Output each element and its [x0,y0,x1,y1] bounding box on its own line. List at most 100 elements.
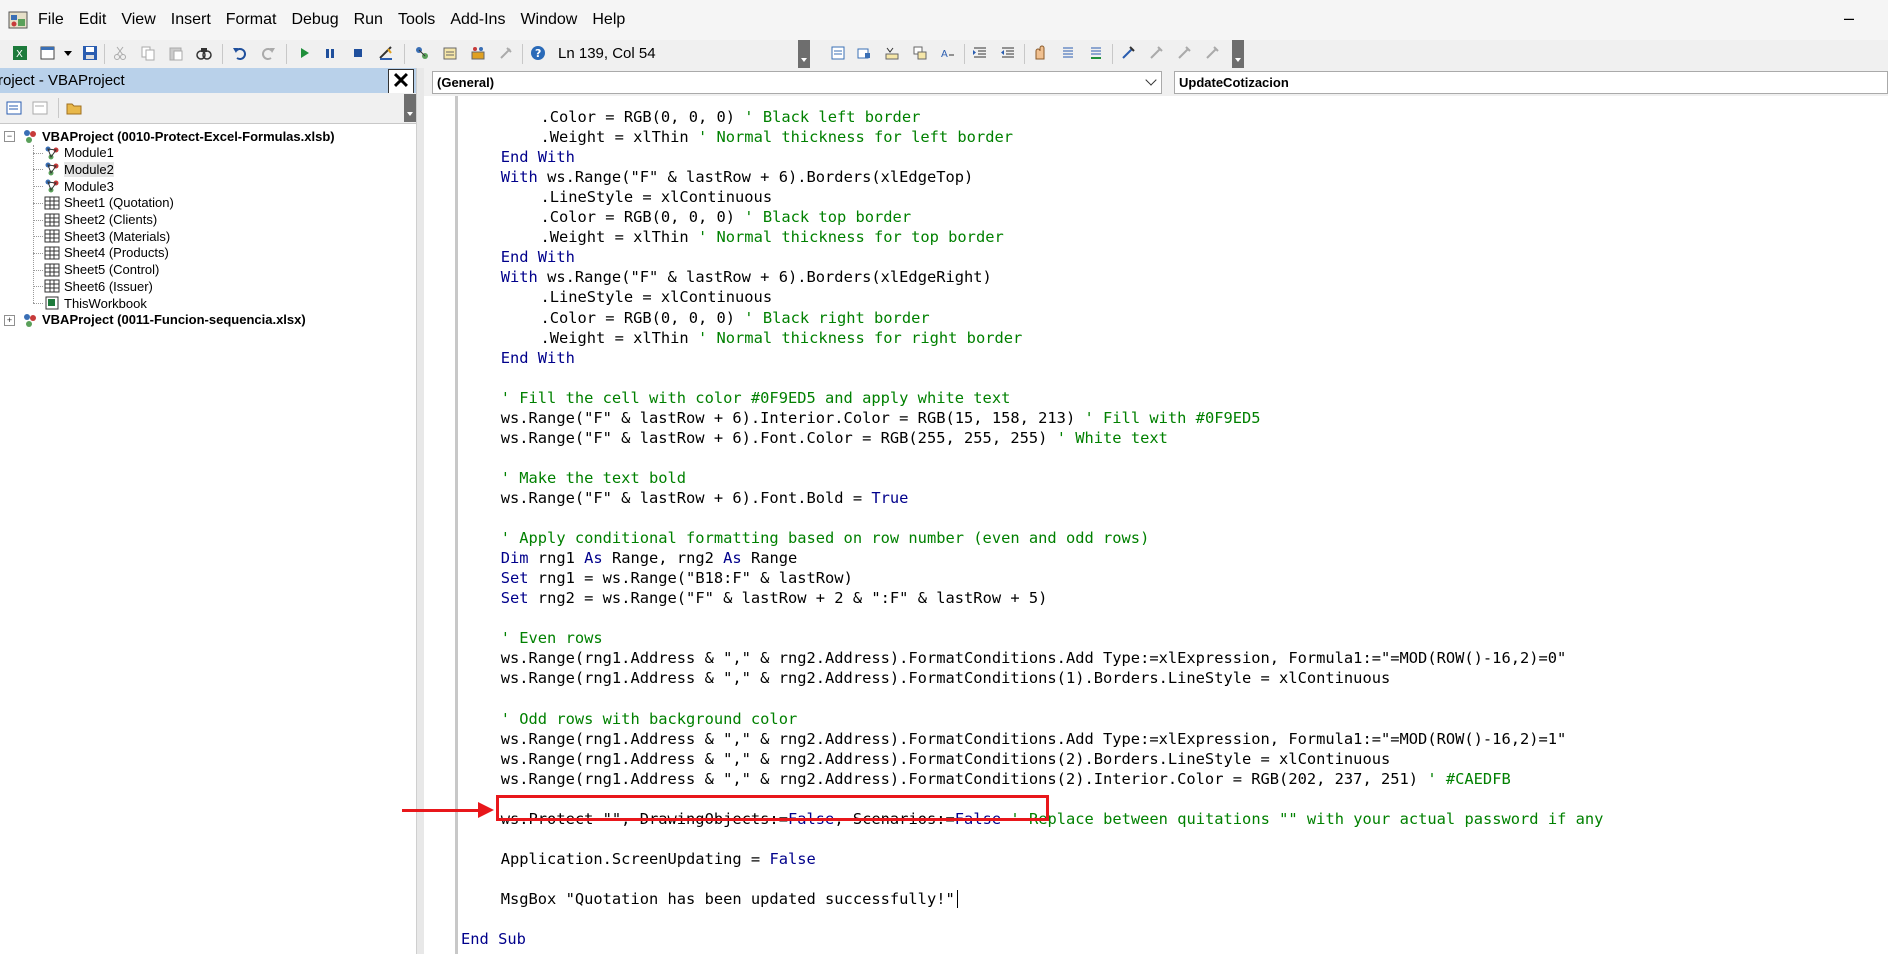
code-line: ws.Range(rng1.Address & "," & rng2.Addre… [501,769,1511,789]
tree-connector [33,169,43,171]
view-object-icon[interactable] [32,100,48,116]
parameter-info-icon[interactable] [912,45,928,61]
menu-item-run[interactable]: Run [354,11,383,29]
code-editor[interactable]: .Color = RGB(0, 0, 0) ' Black left borde… [458,96,1888,954]
procedure-combo-value: UpdateCotizacion [1179,75,1289,90]
toggle-breakpoint-icon[interactable] [1032,45,1048,61]
quick-info-icon[interactable] [884,45,900,61]
code-keyword: False [769,849,816,868]
tree-project-node[interactable]: VBAProject (0011-Funcion-sequencia.xlsx) [22,310,306,330]
code-text: .LineStyle = xlContinuous [540,288,773,307]
collapse-icon[interactable]: − [4,131,15,142]
module-icon [44,145,60,161]
code-text: ws.Range(rng1.Address & "," & rng2.Addre… [500,649,1567,668]
view-excel-icon[interactable]: X [12,45,28,61]
code-text: .LineStyle = xlContinuous [540,188,773,207]
menu-item-file[interactable]: File [38,11,64,29]
menu-item-format[interactable]: Format [226,11,277,29]
project-explorer-icon[interactable] [414,45,430,61]
code-keyword: True [871,488,909,507]
vba-app-icon[interactable] [8,10,28,30]
clear-bookmarks-icon[interactable] [1204,45,1220,61]
comment-block-icon[interactable] [1060,45,1076,61]
find-icon[interactable] [196,45,212,61]
panel-toolbar-grip[interactable] [404,94,416,122]
redo-icon[interactable] [260,45,276,61]
view-code-icon[interactable] [6,100,22,116]
outdent-icon[interactable] [1000,45,1016,61]
break-icon[interactable] [322,45,338,61]
run-icon[interactable] [296,45,312,61]
menu-item-view[interactable]: View [121,11,155,29]
tree-connector [33,219,43,221]
svg-text:X: X [16,49,23,60]
code-line: .Weight = xlThin ' Normal thickness for … [540,328,1022,348]
menu-items: File Edit View Insert Format Debug Run Tools Add… [38,0,640,40]
save-icon[interactable] [82,45,98,61]
code-line: .Color = RGB(0, 0, 0) ' Black right bord… [540,308,929,328]
code-margin-indicator-bar[interactable] [424,96,458,954]
code-line: End With [501,247,575,267]
insert-module-icon[interactable] [40,45,56,61]
list-properties-icon[interactable] [830,45,846,61]
object-combo[interactable]: (General) [432,71,1162,94]
code-text: .Weight = xlThin [540,128,698,147]
standard-toolbar: X ? Ln 139, Col 54 A [0,40,1888,69]
code-comment: ' Normal thickness for left border [697,128,1014,147]
module-icon [44,178,60,194]
code-line: ws.Range("F" & lastRow + 6).Font.Bold = … [501,488,909,508]
code-comment: ' Fill the cell with color #0F9ED5 and a… [500,388,1011,407]
close-project-explorer-button[interactable]: ✕ [388,69,414,95]
menu-item-tools[interactable]: Tools [398,11,435,29]
menu-item-debug[interactable]: Debug [291,11,338,29]
previous-bookmark-icon[interactable] [1176,45,1192,61]
annotation-highlight-box [496,795,1049,821]
properties-window-icon[interactable] [442,45,458,61]
code-line: .Color = RGB(0, 0, 0) ' Black left borde… [540,107,920,127]
expand-icon[interactable]: + [4,314,15,326]
undo-icon[interactable] [232,45,248,61]
paste-icon[interactable] [168,45,184,61]
code-text: .Color = RGB(0, 0, 0) [540,308,745,327]
menu-item-help[interactable]: Help [592,11,625,29]
code-line: Application.ScreenUpdating = False [501,849,816,869]
menu-item-insert[interactable]: Insert [171,11,211,29]
copy-icon[interactable] [140,45,156,61]
menu-item-window[interactable]: Window [520,11,577,29]
complete-word-icon[interactable]: A [940,45,956,61]
toggle-folders-icon[interactable] [66,100,82,116]
annotation-arrow-line [402,809,482,812]
toolbox-icon[interactable] [498,45,514,61]
tree-item-label: Sheet4 (Products) [64,245,169,261]
code-keyword: Set [500,569,529,588]
dropdown-arrow-icon[interactable] [60,45,76,61]
design-mode-icon[interactable] [378,45,394,61]
menu-item-edit[interactable]: Edit [79,11,107,29]
indent-icon[interactable] [972,45,988,61]
toggle-bookmark-icon[interactable] [1120,45,1136,61]
next-bookmark-icon[interactable] [1148,45,1164,61]
tree-connector [33,152,43,154]
code-line: ws.Range(rng1.Address & "," & rng2.Addre… [501,648,1567,668]
code-text: .Color = RGB(0, 0, 0) [540,208,745,227]
cut-icon[interactable] [112,45,128,61]
code-line: ws.Range(rng1.Address & "," & rng2.Addre… [501,668,1391,688]
object-browser-icon[interactable] [470,45,486,61]
toolbar-grip[interactable] [1232,40,1244,68]
svg-text:?: ? [535,47,541,60]
minimize-button[interactable]: – [1844,8,1854,29]
code-comment: ' Black left border [744,108,921,126]
uncomment-block-icon[interactable] [1088,45,1104,61]
menu-item-add-ins[interactable]: Add-Ins [450,11,505,29]
procedure-combo[interactable]: UpdateCotizacion [1174,71,1888,94]
chevron-down-icon[interactable] [1145,74,1157,86]
code-comment: ' Make the text bold [500,468,687,487]
toolbar-grip[interactable] [798,40,810,68]
reset-icon[interactable] [350,45,366,61]
help-icon[interactable]: ? [530,45,546,61]
list-constants-icon[interactable] [856,45,872,61]
code-line: .Weight = xlThin ' Normal thickness for … [540,127,1013,147]
text-cursor [956,890,958,909]
code-line: .Weight = xlThin ' Normal thickness for … [540,227,1003,247]
code-text: .Weight = xlThin [540,328,698,347]
